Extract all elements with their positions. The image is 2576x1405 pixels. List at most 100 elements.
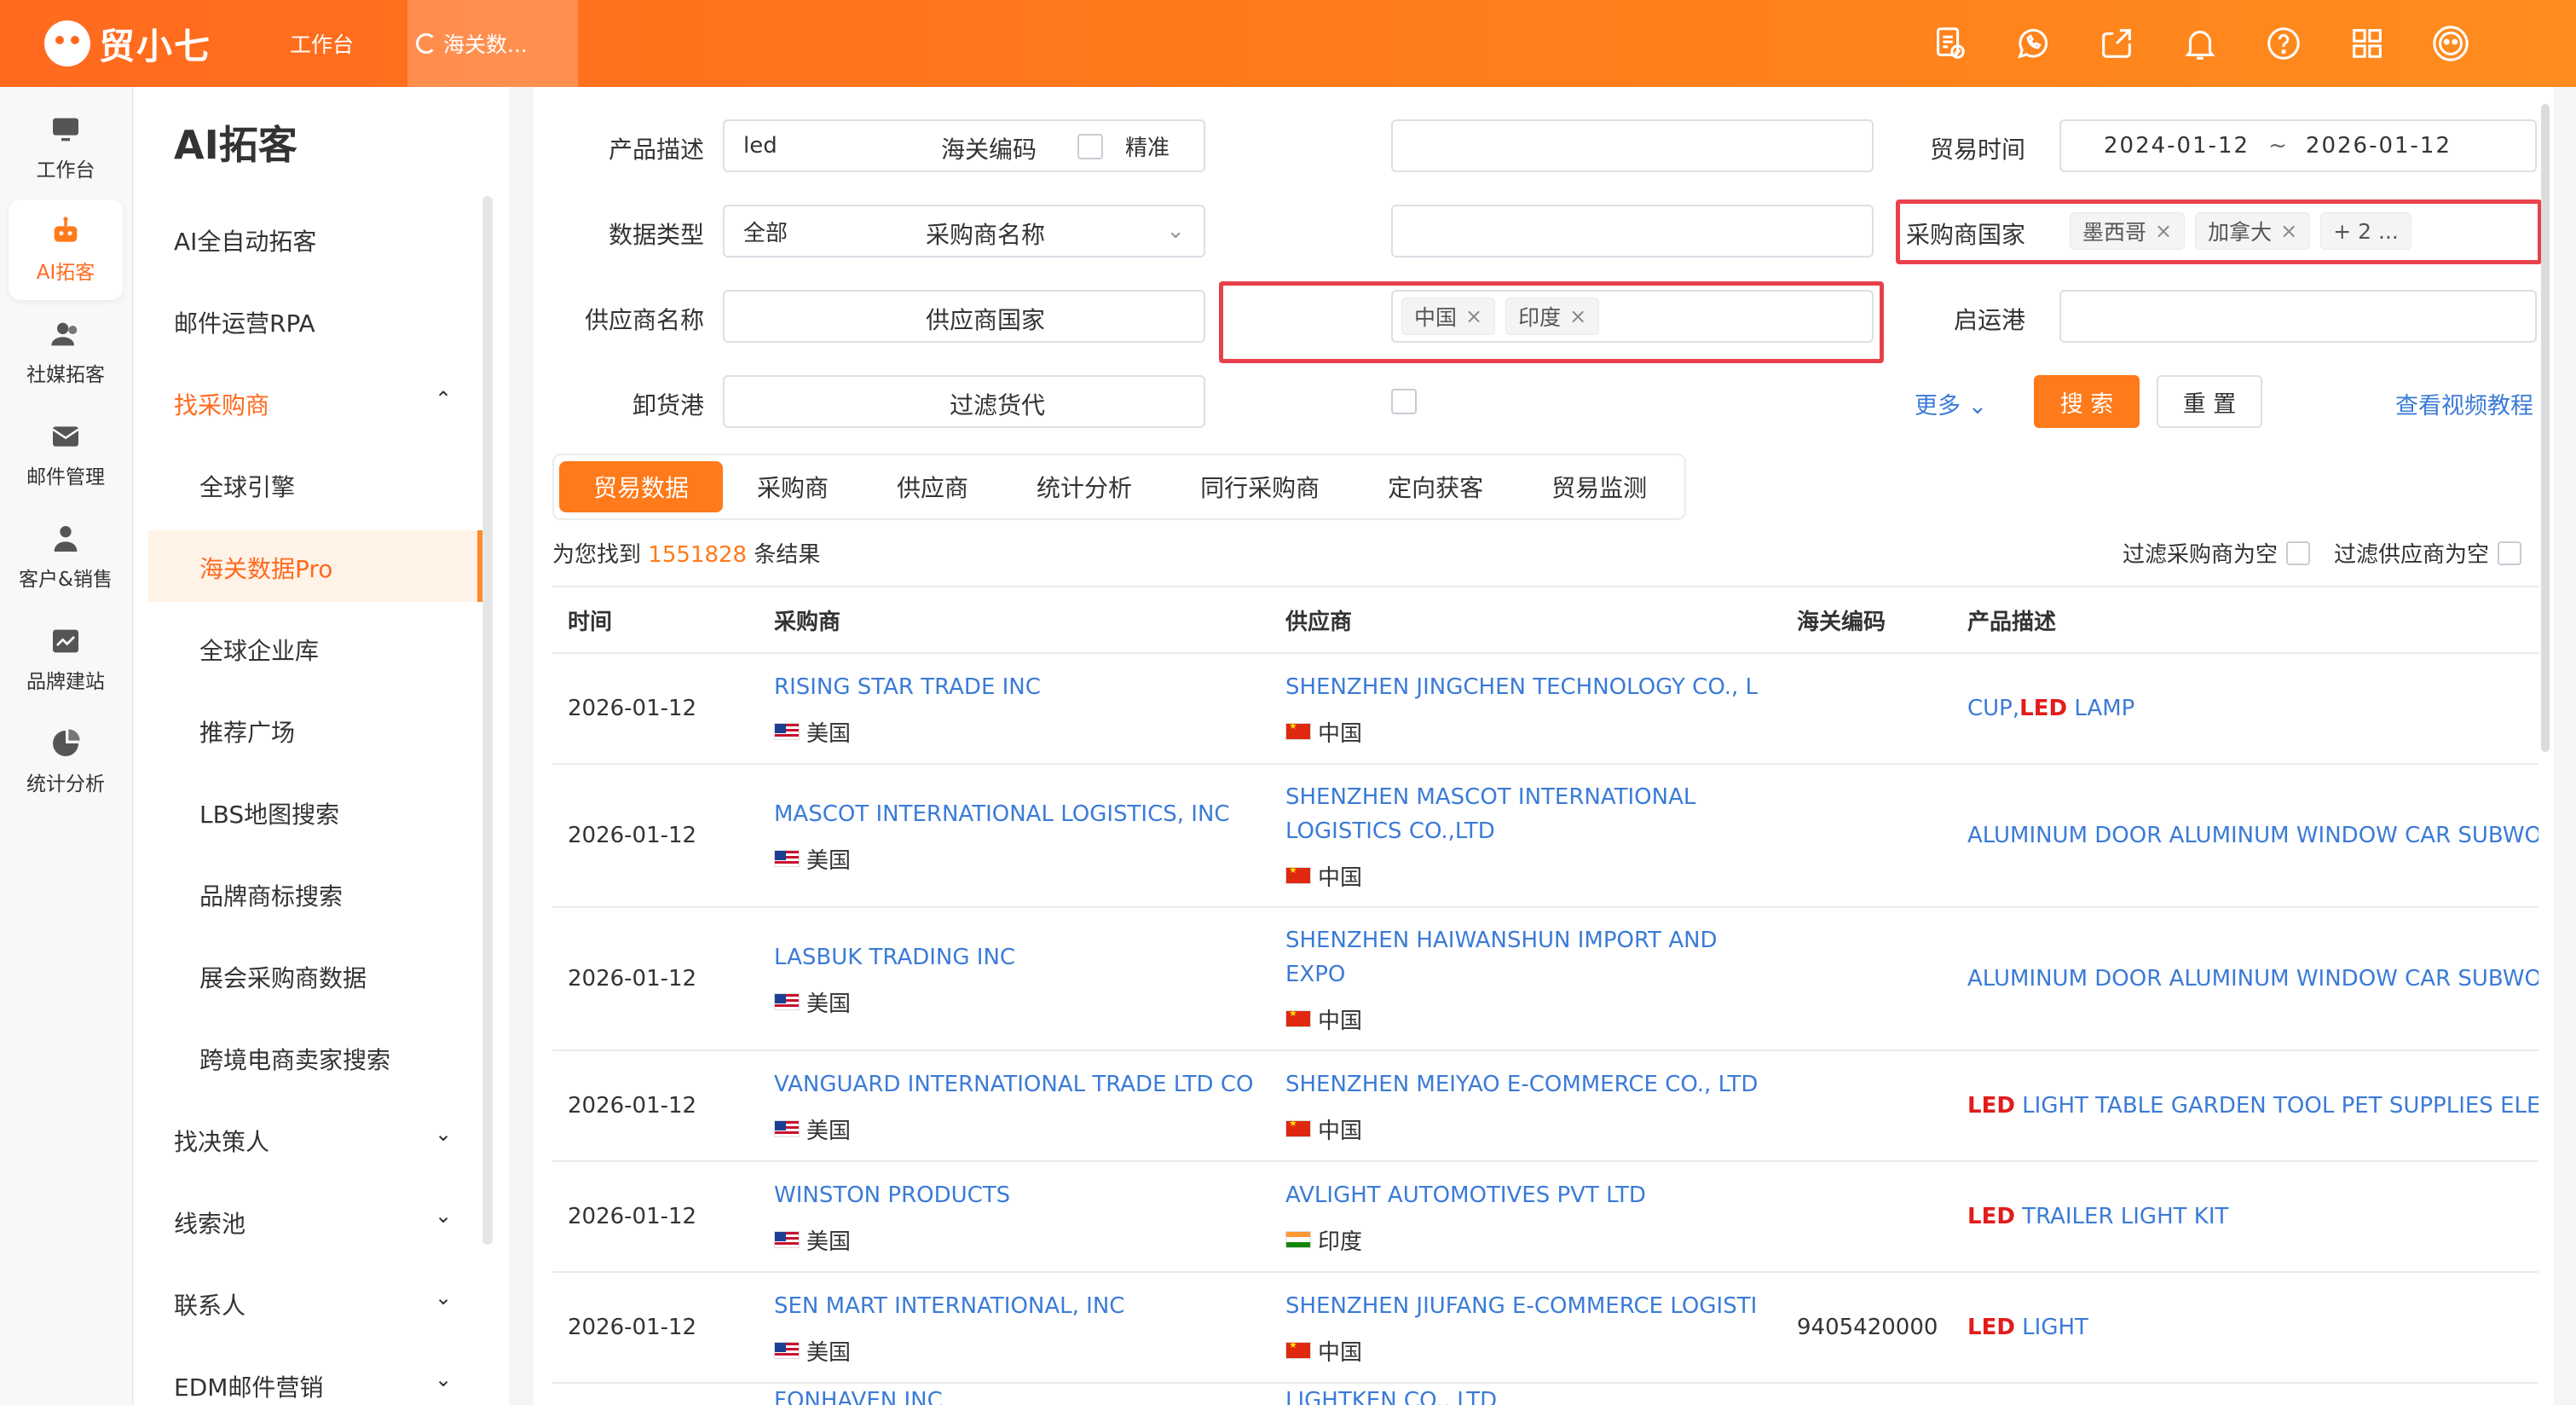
table-row[interactable]: 2026-01-12 WINSTON PRODUCTS 美国 AVLIGHT AUTO… (552, 1161, 2538, 1273)
chevron-down-icon[interactable]: ⌄ (435, 1286, 452, 1310)
tab-suppliers[interactable]: 供应商 (863, 461, 1002, 512)
buyer-link[interactable]: FONHAVEN INC (774, 1384, 1270, 1405)
top-tab-customs[interactable]: 海关数... (407, 0, 578, 87)
td-desc: ALUMINUM DOOR ALUMINUM WINDOW CAR SUBWOO (1952, 764, 2538, 908)
product-desc-link[interactable]: LED LIGHT TABLE GARDEN TOOL PET SUPPLIES… (1967, 1093, 2538, 1119)
supplier-link[interactable]: AVLIGHT AUTOMOTIVES PVT LTD (1285, 1178, 1782, 1212)
tab-monitoring[interactable]: 贸易监测 (1517, 461, 1681, 512)
subnav-item-edm[interactable]: EDM邮件营销 (174, 1369, 323, 1403)
table-row[interactable]: 2026-01-12 RISING STAR TRADE INC 美国 SHENZHE… (552, 653, 2538, 765)
supplier-link[interactable]: SHENZHEN HAIWANSHUN IMPORT AND EXPO (1285, 923, 1782, 992)
help-icon[interactable] (2262, 22, 2305, 65)
supplier-link[interactable]: SHENZHEN MEIYAO E-COMMERCE CO., LTD (1285, 1067, 1782, 1101)
buyer-name-input[interactable] (1391, 205, 1874, 257)
rail-item-mail[interactable]: 邮件管理 (9, 404, 123, 505)
desc-fragment: TRAILER LIGHT KIT (2014, 1204, 2229, 1229)
rail-item-workbench[interactable]: 工作台 (9, 97, 123, 198)
tab-trade-data[interactable]: 贸易数据 (559, 461, 724, 512)
tag-china[interactable]: 中国 × (1401, 298, 1496, 335)
buyer-link[interactable]: RISING STAR TRADE INC (774, 670, 1270, 704)
tab-peer-buyers[interactable]: 同行采购商 (1166, 461, 1354, 512)
product-desc-link[interactable]: ALUMINUM DOOR ALUMINUM WINDOW CAR SUBWOO (1967, 966, 2538, 992)
whatsapp-icon[interactable] (2012, 22, 2054, 65)
rail-item-stats[interactable]: 统计分析 (9, 711, 123, 812)
product-desc-link[interactable]: LED TRAILER LIGHT KIT (1967, 1204, 2228, 1229)
tab-statistics[interactable]: 统计分析 (1002, 461, 1166, 512)
buyer-link[interactable]: MASCOT INTERNATIONAL LOGISTICS, INC (774, 797, 1270, 831)
label-departure-port: 启运港 (1953, 306, 2025, 334)
subnav-item-recommend[interactable]: 推荐广场 (199, 714, 295, 749)
subnav-item-ecommerce[interactable]: 跨境电商卖家搜索 (199, 1042, 390, 1076)
filter-empty-buyer[interactable]: 过滤采购商为空 (2123, 537, 2311, 569)
tab-buyers[interactable]: 采购商 (723, 461, 863, 512)
tab-targeted[interactable]: 定向获客 (1354, 461, 1517, 512)
product-desc-link[interactable]: LED LIGHT (1967, 1315, 2088, 1340)
subnav-item-customs-pro[interactable]: 海关数据Pro (199, 551, 332, 585)
search-button[interactable]: 搜 索 (2034, 375, 2140, 428)
tag-india[interactable]: 印度 × (1505, 298, 1600, 335)
buyer-link[interactable]: WINSTON PRODUCTS (774, 1178, 1270, 1212)
trade-time-range[interactable]: 2024-01-12 ~ 2026-01-12 (2059, 119, 2537, 172)
subnav-item-contacts[interactable]: 联系人 (174, 1287, 245, 1321)
bell-icon[interactable] (2179, 22, 2221, 65)
tag-canada[interactable]: 加拿大 × (2195, 212, 2311, 250)
subnav-item-decision-maker[interactable]: 找决策人 (174, 1124, 269, 1158)
document-check-icon[interactable] (1928, 22, 1971, 65)
buyer-link[interactable]: LASBUK TRADING INC (774, 940, 1270, 974)
avatar-icon[interactable] (2429, 22, 2472, 65)
rail-item-site[interactable]: 品牌建站 (9, 609, 123, 709)
subnav-item-exhibition[interactable]: 展会采购商数据 (199, 960, 367, 994)
rail-label: 社媒拓客 (26, 364, 105, 386)
product-desc-link[interactable]: ALUMINUM DOOR ALUMINUM WINDOW CAR SUBWOO (1967, 823, 2538, 848)
departure-port-input[interactable] (2059, 290, 2537, 343)
exact-checkbox[interactable] (1077, 134, 1103, 159)
subnav-item-find-buyers[interactable]: 找采购商 (174, 387, 269, 421)
table-row[interactable]: FONHAVEN INC LIGHTKEN CO., LTD (552, 1383, 2538, 1405)
buyer-link[interactable]: VANGUARD INTERNATIONAL TRADE LTD CO (774, 1067, 1270, 1101)
main-scrollbar[interactable] (2541, 104, 2550, 752)
buyer-link[interactable]: SEN MART INTERNATIONAL, INC (774, 1289, 1270, 1323)
table-row[interactable]: 2026-01-12 VANGUARD INTERNATIONAL TRADE L… (552, 1050, 2538, 1162)
td-supplier: SHENZHEN MEIYAO E-COMMERCE CO., LTD 中国 (1270, 1050, 1782, 1162)
subnav-item-global-company[interactable]: 全球企业库 (199, 633, 319, 667)
chevron-up-icon[interactable]: ⌃ (435, 387, 452, 411)
top-tab-workbench[interactable]: 工作台 (290, 0, 354, 87)
chevron-down-icon[interactable]: ⌄ (435, 1122, 452, 1146)
reset-button[interactable]: 重 置 (2157, 375, 2262, 428)
supplier-link[interactable]: SHENZHEN JINGCHEN TECHNOLOGY CO., L (1285, 670, 1782, 704)
icon-rail: 工作台 AI拓客 社媒拓客 邮件管理 客户&销售 品牌建站 统计分析 (0, 87, 133, 1405)
filter-empty-supplier[interactable]: 过滤供应商为空 (2334, 537, 2522, 569)
subnav-scrollbar[interactable] (482, 196, 493, 1245)
rail-item-ai[interactable]: AI拓客 (9, 199, 123, 300)
share-icon[interactable] (2095, 22, 2138, 65)
supplier-link[interactable]: LIGHTKEN CO., LTD (1285, 1384, 1782, 1405)
supplier-link[interactable]: SHENZHEN JIUFANG E-COMMERCE LOGISTI (1285, 1289, 1782, 1323)
robot-icon (54, 217, 78, 242)
filter-forwarder-checkbox[interactable] (1391, 389, 1417, 414)
table-row[interactable]: 2026-01-12 LASBUK TRADING INC 美国 SHENZHEN H… (552, 907, 2538, 1051)
rail-item-customer[interactable]: 客户&销售 (9, 506, 123, 607)
supplier-country-select[interactable]: 中国 × 印度 × (1391, 290, 1874, 343)
hs-code-input[interactable] (1391, 119, 1874, 172)
video-tutorial-link[interactable]: 查看视频教程 (2395, 387, 2533, 420)
chevron-down-icon[interactable]: ⌄ (435, 1367, 452, 1391)
monitor-icon (53, 118, 78, 142)
subnav-item-trademark[interactable]: 品牌商标搜索 (199, 878, 343, 912)
more-filters-link[interactable]: 更多 ⌄ (1915, 387, 1987, 420)
supplier-link[interactable]: SHENZHEN MASCOT INTERNATIONAL LOGISTICS … (1285, 780, 1782, 848)
subnav-item-ai-auto[interactable]: AI全自动拓客 (174, 223, 316, 257)
chevron-down-icon[interactable]: ⌄ (435, 1204, 452, 1228)
grid-apps-icon[interactable] (2346, 22, 2388, 65)
product-desc-link[interactable]: CUP,LED LAMP (1967, 696, 2134, 721)
subnav-item-global-engine[interactable]: 全球引擎 (199, 469, 295, 503)
tag-mexico[interactable]: 墨西哥 × (2070, 212, 2186, 250)
rail-item-social[interactable]: 社媒拓客 (9, 302, 123, 402)
subnav-item-email-rpa[interactable]: 邮件运营RPA (174, 305, 315, 339)
subnav-item-leads[interactable]: 线索池 (174, 1206, 245, 1240)
table-row[interactable]: 2026-01-12 SEN MART INTERNATIONAL, INC 美国 S… (552, 1272, 2538, 1384)
table-row[interactable]: 2026-01-12 MASCOT INTERNATIONAL LOGISTICS… (552, 764, 2538, 908)
buyer-country-select[interactable]: 墨西哥 × 加拿大 × + 2 ... (2059, 205, 2537, 257)
subnav-item-lbs[interactable]: LBS地图搜索 (199, 796, 339, 830)
app-logo[interactable]: 贸小七 (44, 19, 211, 68)
tag-more[interactable]: + 2 ... (2320, 212, 2411, 250)
